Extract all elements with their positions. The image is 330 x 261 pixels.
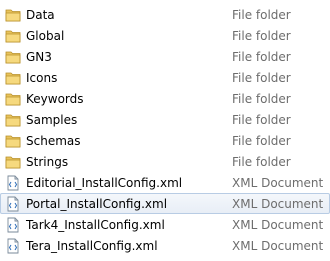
file-name: GN3 [26,50,52,64]
file-row-samples[interactable]: Samples File folder [0,109,330,130]
folder-icon [5,112,21,128]
file-type: File folder [232,29,291,43]
file-name: Samples [26,113,78,127]
file-type: XML Document [232,176,324,190]
file-name: Editorial_InstallConfig.xml [26,176,183,190]
file-type: File folder [232,8,291,22]
file-row-icons[interactable]: Icons File folder [0,67,330,88]
folder-icon [5,154,21,170]
file-type: File folder [232,155,291,169]
folder-icon [5,91,21,107]
file-name: Strings [26,155,69,169]
file-type: File folder [232,134,291,148]
file-row-schemas[interactable]: Schemas File folder [0,130,330,151]
file-name: Schemas [26,134,81,148]
xml-document-icon [5,196,21,212]
file-row-tark4-installconfig[interactable]: Tark4_InstallConfig.xml XML Document [0,214,330,235]
file-row-data[interactable]: Data File folder [0,4,330,25]
file-type: File folder [232,92,291,106]
file-row-gn3[interactable]: GN3 File folder [0,46,330,67]
file-name: Portal_InstallConfig.xml [26,197,168,211]
file-row-portal-installconfig[interactable]: Portal_InstallConfig.xml XML Document [0,193,330,214]
xml-document-icon [5,217,21,233]
file-type: XML Document [232,218,324,232]
file-name: Tera_InstallConfig.xml [26,239,158,253]
file-row-keywords[interactable]: Keywords File folder [0,88,330,109]
folder-icon [5,7,21,23]
file-row-editorial-installconfig[interactable]: Editorial_InstallConfig.xml XML Document [0,172,330,193]
file-name: Global [26,29,65,43]
xml-document-icon [5,238,21,254]
file-type: XML Document [232,197,324,211]
folder-icon [5,28,21,44]
folder-icon [5,133,21,149]
file-name: Keywords [26,92,84,106]
folder-icon [5,49,21,65]
file-type: File folder [232,71,291,85]
file-name: Icons [26,71,58,85]
file-name: Tark4_InstallConfig.xml [26,218,165,232]
file-type: File folder [232,50,291,64]
file-row-global[interactable]: Global File folder [0,25,330,46]
xml-document-icon [5,175,21,191]
file-row-tera-installconfig[interactable]: Tera_InstallConfig.xml XML Document [0,235,330,256]
file-type: XML Document [232,239,324,253]
file-list: Data File folder Global File folder GN3 … [0,4,330,256]
folder-icon [5,70,21,86]
file-type: File folder [232,113,291,127]
file-row-strings[interactable]: Strings File folder [0,151,330,172]
file-name: Data [26,8,55,22]
